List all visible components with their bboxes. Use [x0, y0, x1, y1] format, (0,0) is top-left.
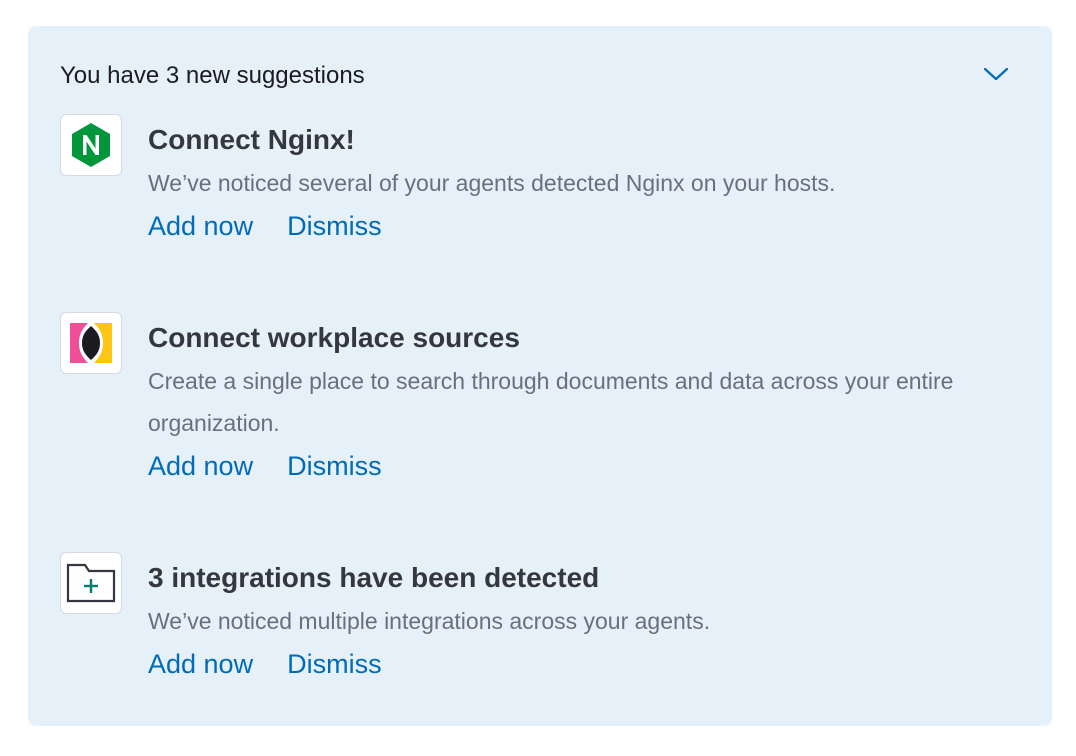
suggestion-title: Connect Nginx!: [148, 124, 355, 155]
dismiss-link[interactable]: Dismiss: [287, 644, 382, 684]
folder-add-icon: [60, 552, 122, 614]
dismiss-link[interactable]: Dismiss: [287, 446, 382, 486]
workplace-search-logo-icon: [60, 312, 122, 374]
suggestions-panel: You have 3 new suggestions Connect Nginx…: [28, 26, 1052, 726]
nginx-logo-icon: [60, 114, 122, 176]
add-now-link[interactable]: Add now: [148, 446, 253, 486]
suggestion-title: 3 integrations have been detected: [148, 562, 600, 593]
suggestion-description: We’ve noticed multiple integrations acro…: [148, 608, 711, 634]
add-now-link[interactable]: Add now: [148, 206, 253, 246]
collapse-button[interactable]: [980, 62, 1012, 86]
suggestion-title: Connect workplace sources: [148, 322, 520, 353]
panel-title: You have 3 new suggestions: [60, 62, 365, 89]
chevron-down-icon: [983, 67, 1009, 81]
dismiss-link[interactable]: Dismiss: [287, 206, 382, 246]
add-now-link[interactable]: Add now: [148, 644, 253, 684]
suggestion-description: Create a single place to search through …: [148, 368, 954, 436]
suggestion-description: We’ve noticed several of your agents det…: [148, 170, 836, 196]
